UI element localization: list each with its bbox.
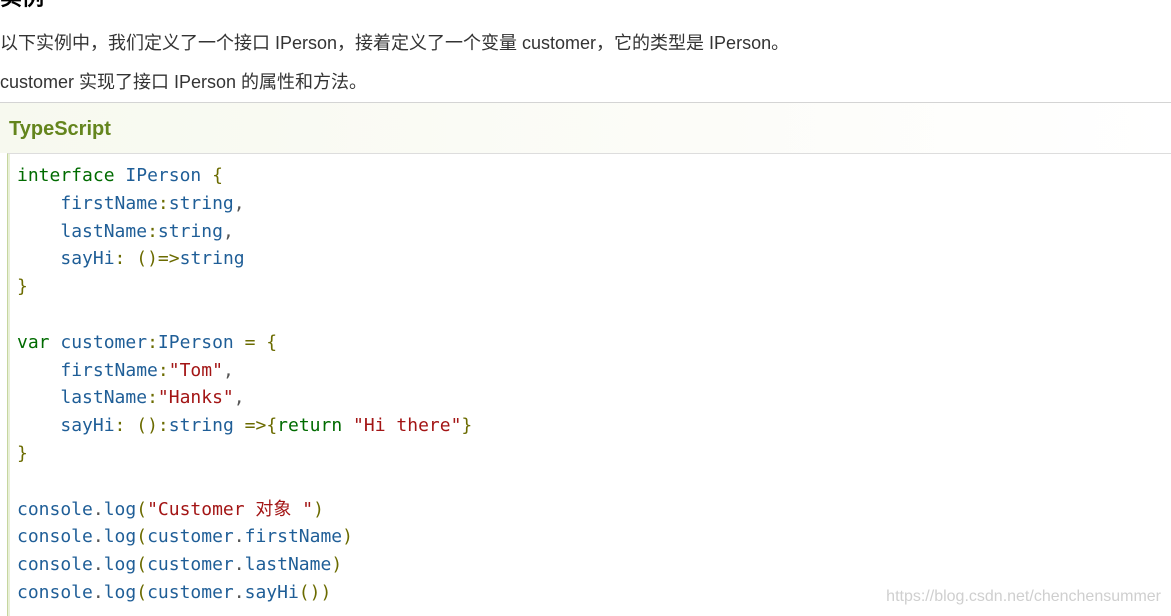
code-block[interactable]: interface IPerson { firstName:string, la… bbox=[7, 153, 1171, 616]
code-listing: interface IPerson { firstName:string, la… bbox=[17, 165, 473, 603]
example-header: TypeScript bbox=[0, 103, 1171, 153]
example-language-label: TypeScript bbox=[9, 118, 111, 140]
section-heading: 实例 bbox=[0, 0, 44, 10]
intro-paragraph-1: 以下实例中，我们定义了一个接口 IPerson，接着定义了一个变量 custom… bbox=[0, 33, 790, 53]
intro-paragraph-2: customer 实现了接口 IPerson 的属性和方法。 bbox=[0, 72, 368, 92]
example-box: TypeScript interface IPerson { firstName… bbox=[0, 102, 1171, 616]
watermark: https://blog.csdn.net/chenchensummer bbox=[886, 588, 1161, 605]
